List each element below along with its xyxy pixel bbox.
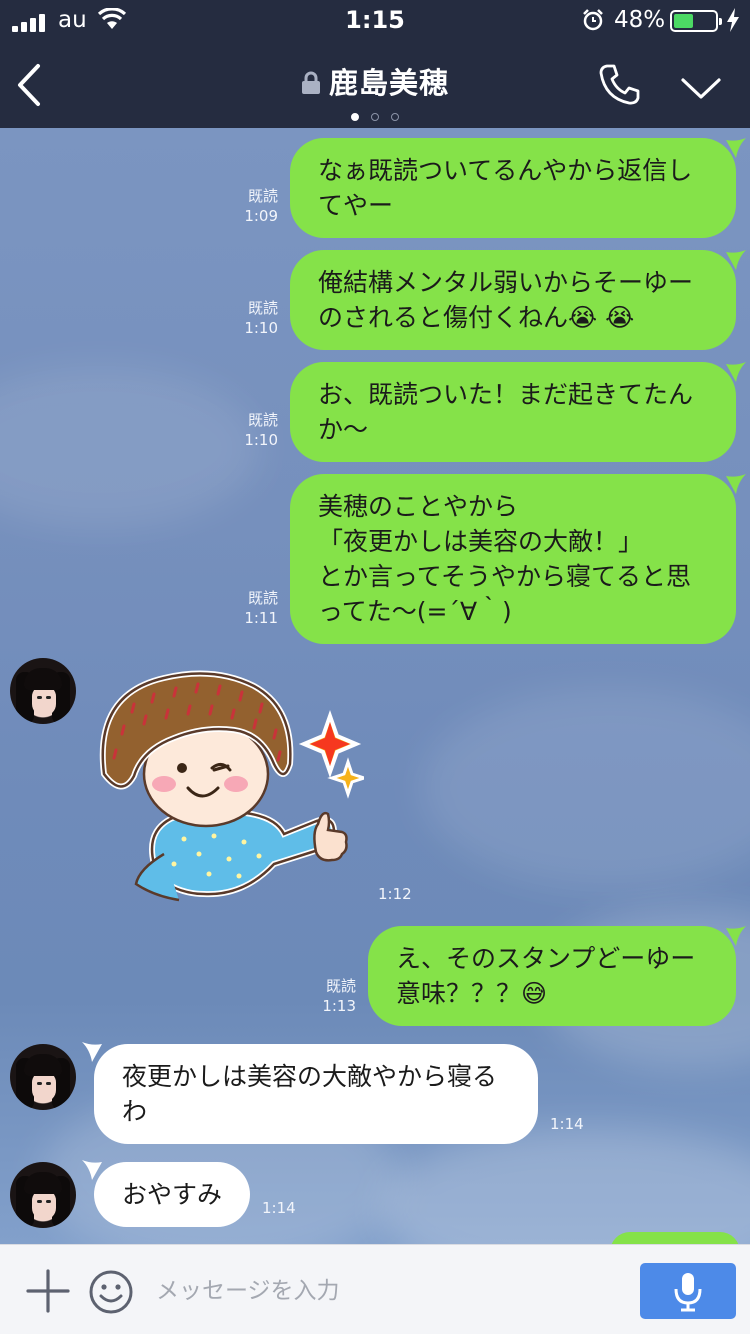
message-text-line: のされると傷付くねん😭 😭	[318, 303, 635, 332]
message-time: 1:11	[244, 609, 278, 627]
outgoing-message[interactable]: お、既読ついた！まだ起きてたん か〜	[290, 362, 736, 462]
read-receipt: 既読	[247, 187, 278, 205]
read-receipt: 既読	[247, 589, 278, 607]
message-text-line: か〜	[318, 415, 369, 444]
message-time: 1:10	[244, 431, 278, 449]
message-text-line: 「夜更かしは美容の大敵！」	[318, 527, 644, 556]
message-text-line: 意味？？？😅	[396, 979, 548, 1008]
message-text-line: え、そのスタンプどーゆー	[396, 944, 696, 973]
outgoing-message[interactable]: 美穂のことやから 「夜更かしは美容の大敵！」 とか言ってそうやから寝てると思 っ…	[290, 474, 736, 644]
thumbs-up-girl-sticker[interactable]	[84, 664, 364, 914]
avatar[interactable]	[10, 1162, 76, 1228]
message-time: 1:09	[244, 207, 278, 225]
message-time: 1:14	[262, 1199, 296, 1217]
incoming-message[interactable]: おやすみ	[94, 1162, 250, 1227]
read-receipt: 既読	[247, 299, 278, 317]
lock-icon	[301, 71, 320, 94]
outgoing-message[interactable]: え、そのスタンプどーゆー 意味？？？😅	[368, 926, 736, 1026]
microphone-icon	[674, 1273, 702, 1312]
message-text-line: 美穂のことやから	[318, 492, 519, 521]
alarm-icon	[583, 9, 603, 31]
message-text-line: てやー	[318, 191, 394, 220]
bubble-tail	[726, 138, 746, 158]
read-receipt: 既読	[247, 411, 278, 429]
battery-icon	[670, 10, 722, 32]
read-receipt: 既読	[325, 977, 356, 995]
avatar[interactable]	[10, 658, 76, 724]
message-text-line: とか言ってそうやから寝てると思	[318, 562, 692, 591]
chat-title: 鹿島美穂	[328, 66, 449, 100]
message-time: 1:12	[378, 885, 412, 903]
message-input[interactable]	[156, 1271, 616, 1311]
message-text-line: 俺結構メンタル弱いからそーゆー	[318, 268, 694, 297]
page-dot	[371, 113, 379, 121]
phone-icon[interactable]	[598, 62, 640, 106]
message-text-line: お、既読ついた！まだ起きてたん	[318, 380, 694, 409]
chat-header: 鹿島美穂	[0, 40, 750, 128]
message-meta: 既読 1:10	[226, 410, 278, 450]
incoming-message[interactable]: 夜更かしは美容の大敵やから寝る わ	[94, 1044, 538, 1144]
page-dot	[351, 113, 359, 121]
message-meta: 既読 1:11	[226, 588, 278, 628]
charging-icon	[727, 8, 739, 32]
page-indicator	[0, 106, 750, 125]
message-text-line: わ	[122, 1097, 148, 1126]
status-bar: au 1:15 48%	[0, 0, 750, 40]
outgoing-message[interactable]: なぁ既読ついてるんやから返信し てやー	[290, 138, 736, 238]
message-meta: 既読 1:09	[226, 186, 278, 226]
bubble-tail	[726, 474, 746, 494]
message-text-line: 夜更かしは美容の大敵やから寝る	[122, 1062, 498, 1091]
message-time: 1:13	[322, 997, 356, 1015]
message-text-line: おやすみ	[122, 1180, 223, 1209]
outgoing-message[interactable]: 俺結構メンタル弱いからそーゆー のされると傷付くねん😭 😭	[290, 250, 736, 350]
avatar[interactable]	[10, 1044, 76, 1110]
message-text-line: なぁ既読ついてるんやから返信し	[318, 156, 693, 185]
plus-icon[interactable]	[26, 1269, 70, 1313]
message-time: 1:14	[550, 1115, 584, 1133]
message-meta: 既読 1:13	[304, 976, 356, 1016]
bubble-tail	[726, 250, 746, 270]
bubble-tail	[726, 362, 746, 382]
page-dot	[391, 113, 399, 121]
bubble-tail	[726, 926, 746, 946]
battery-percent: 48%	[614, 7, 666, 33]
message-text-line: ってた〜(=´∀｀)	[318, 597, 512, 626]
message-time: 1:10	[244, 319, 278, 337]
chevron-down-icon[interactable]	[680, 74, 722, 102]
chat-timeline[interactable]: 既読 1:09 なぁ既読ついてるんやから返信し てやー 既読 1:10 俺結構メ…	[0, 128, 750, 1244]
message-meta: 既読 1:10	[226, 298, 278, 338]
emoji-icon[interactable]	[88, 1269, 134, 1315]
message-input-bar	[0, 1244, 750, 1334]
mic-button[interactable]	[640, 1263, 736, 1319]
